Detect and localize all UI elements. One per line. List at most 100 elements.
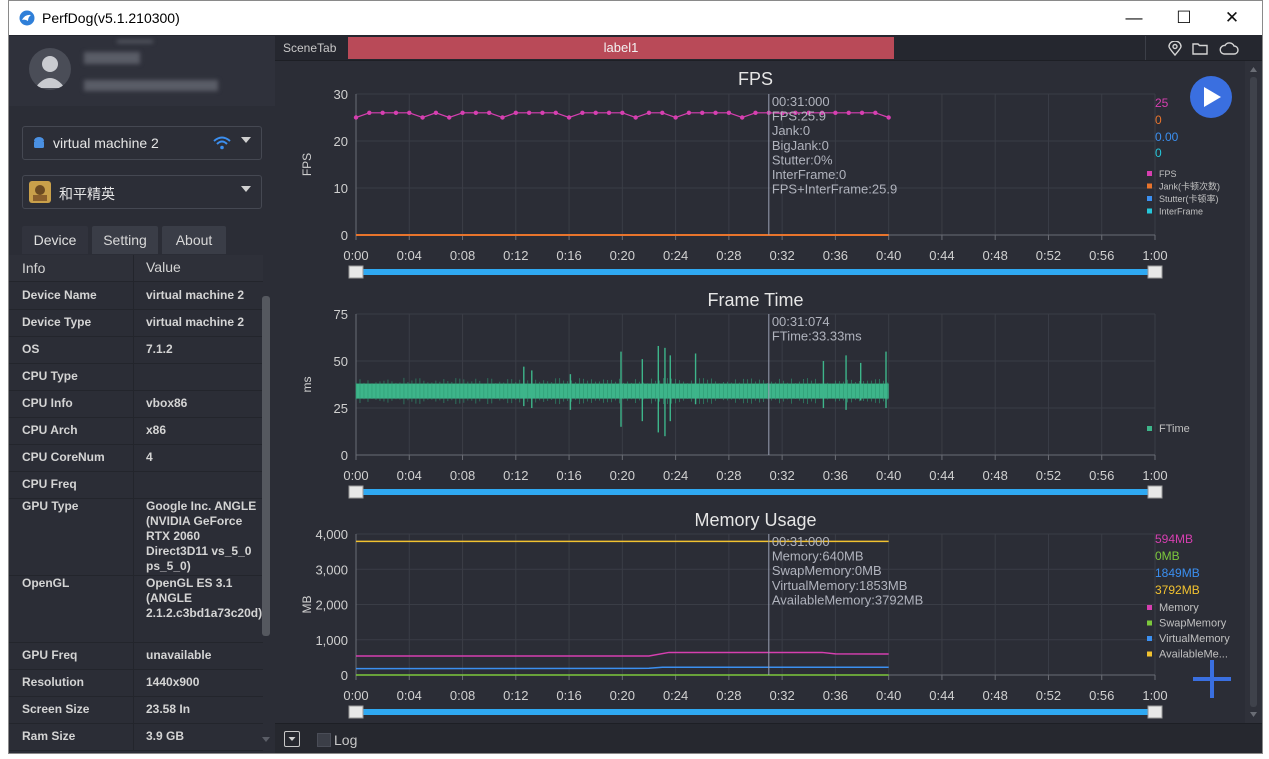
fps-data-point [687,111,691,115]
row-value: virtual machine 2 [146,288,258,303]
fps-data-point [620,111,624,115]
legend-swatch [1147,636,1152,641]
tab-device[interactable]: Device [22,226,88,254]
legend-label: InterFrame [1159,207,1203,217]
tab-about[interactable]: About [162,226,226,254]
fps-data-point [420,115,424,119]
sidebar-scrollbar[interactable] [262,296,270,636]
x-tick-label: 0:04 [397,688,422,703]
x-tick-label: 0:44 [929,688,954,703]
x-tick-label: 0:44 [929,248,954,263]
folder-icon[interactable] [1192,42,1208,55]
table-row: OpenGL OpenGL ES 3.1 (ANGLE 2.1.2.c3bd1a7… [9,575,263,643]
legend-label: Memory [1159,602,1199,614]
game-app-icon [29,181,51,203]
tooltip-line: Stutter:0% [772,152,833,167]
wifi-icon [213,136,231,150]
row-key: CPU Info [22,396,73,410]
x-tick-label: 0:36 [823,688,848,703]
legend-label: SwapMemory [1159,618,1227,630]
fps-data-point [647,111,651,115]
scroll-down-icon[interactable] [261,736,271,744]
row-value: Google Inc. ANGLE (NVIDIA GeForce RTX 20… [146,499,258,574]
table-row: GPU Type Google Inc. ANGLE (NVIDIA GeForc… [9,498,263,576]
maximize-button[interactable]: ☐ [1160,1,1208,35]
fps-data-point [713,111,717,115]
scroll-down-icon[interactable] [1249,711,1258,718]
charts-canvas: 0:00 0:04 0:08 0:12 0:16 0:20 0:24 0:28 0:32 0:36… [275,61,1245,723]
device-select[interactable]: virtual machine 2 [22,126,262,160]
fps-data-point [434,111,438,115]
fps-data-point [474,111,478,115]
x-tick-label: 0:52 [1036,248,1061,263]
close-icon: ✕ [1225,8,1239,28]
range-slider-handle-right [1148,486,1162,498]
minimize-button[interactable]: — [1110,1,1158,35]
legend-value: 0 [1155,113,1162,127]
table-row: Resolution 1440x900 [9,669,263,697]
chart-area: 0:00 0:04 0:08 0:12 0:16 0:20 0:24 0:28 0:32 0:36… [275,61,1245,723]
main-panel: SceneTab label1 0:00 0:04 0:08 0:12 0:16 0:20… [275,36,1262,753]
x-tick-label: 0:48 [983,468,1008,483]
fps-data-point [660,111,664,115]
fps-data-point [460,111,464,115]
row-key: GPU Type [22,499,78,513]
fps-data-point [727,111,731,115]
row-value: 23.58 In [146,702,258,717]
y-tick-label: 4,000 [315,527,348,542]
cloud-icon[interactable] [1219,42,1239,55]
redacted-name [117,40,153,43]
y-tick-label: 10 [334,181,348,196]
legend-value: 0.00 [1155,130,1179,144]
range-slider-handle-left [349,486,363,498]
scene-label-tag[interactable]: label1 [348,37,894,59]
legend-label: AvailableMe... [1159,649,1228,661]
play-button[interactable] [1190,76,1232,118]
sidebar: virtual machine 2 和平精英 Device Setting Ab… [9,36,275,753]
x-tick-label: 0:48 [983,248,1008,263]
plot-background [356,94,1155,235]
chart-title: Memory Usage [694,510,816,530]
y-tick-label: 75 [334,307,348,322]
scene-tab-label[interactable]: SceneTab [283,41,336,55]
range-slider-handle-left [349,266,363,278]
tooltip-line: Memory:640MB [772,549,864,564]
range-slider-handle-right [1148,706,1162,718]
fps-data-point [487,111,491,115]
x-tick-label: 0:24 [663,688,688,703]
chevron-down-icon [241,186,251,192]
y-tick-label: 20 [334,134,348,149]
user-profile [9,36,275,106]
scroll-thumb[interactable] [1250,77,1257,707]
scroll-up-icon[interactable] [1249,66,1258,73]
x-tick-label: 0:40 [876,248,901,263]
log-checkbox[interactable] [317,733,331,747]
row-value: x86 [146,423,258,438]
x-tick-label: 1:00 [1142,688,1167,703]
chart-title: Frame Time [707,290,803,310]
close-button[interactable]: ✕ [1208,1,1256,35]
android-icon [32,136,46,150]
table-header: Info Value [9,255,263,282]
fps-data-point [527,111,531,115]
table-row: Ram Size 3.9 GB [9,723,263,751]
x-tick-label: 0:40 [876,688,901,703]
y-tick-label: 2,000 [315,598,348,613]
avatar[interactable] [29,48,71,90]
app-select-value: 和平精英 [59,184,115,204]
table-row: CPU Freq [9,471,263,499]
row-key: Screen Size [22,702,89,716]
chart-title: FPS [738,69,773,89]
x-tick-label: 0:00 [343,688,368,703]
x-tick-label: 0:00 [343,248,368,263]
tab-setting[interactable]: Setting [92,226,158,254]
collapse-toggle-button[interactable] [284,731,300,747]
tooltip-line: FTime:33.33ms [772,329,862,344]
app-select[interactable]: 和平精英 [22,175,262,209]
x-tick-label: 0:20 [610,688,635,703]
location-pin-icon[interactable] [1168,41,1182,56]
add-chart-button[interactable] [1193,660,1231,698]
main-scrollbar[interactable] [1245,61,1262,723]
table-row: Device Type virtual machine 2 [9,309,263,337]
x-tick-label: 0:32 [769,468,794,483]
